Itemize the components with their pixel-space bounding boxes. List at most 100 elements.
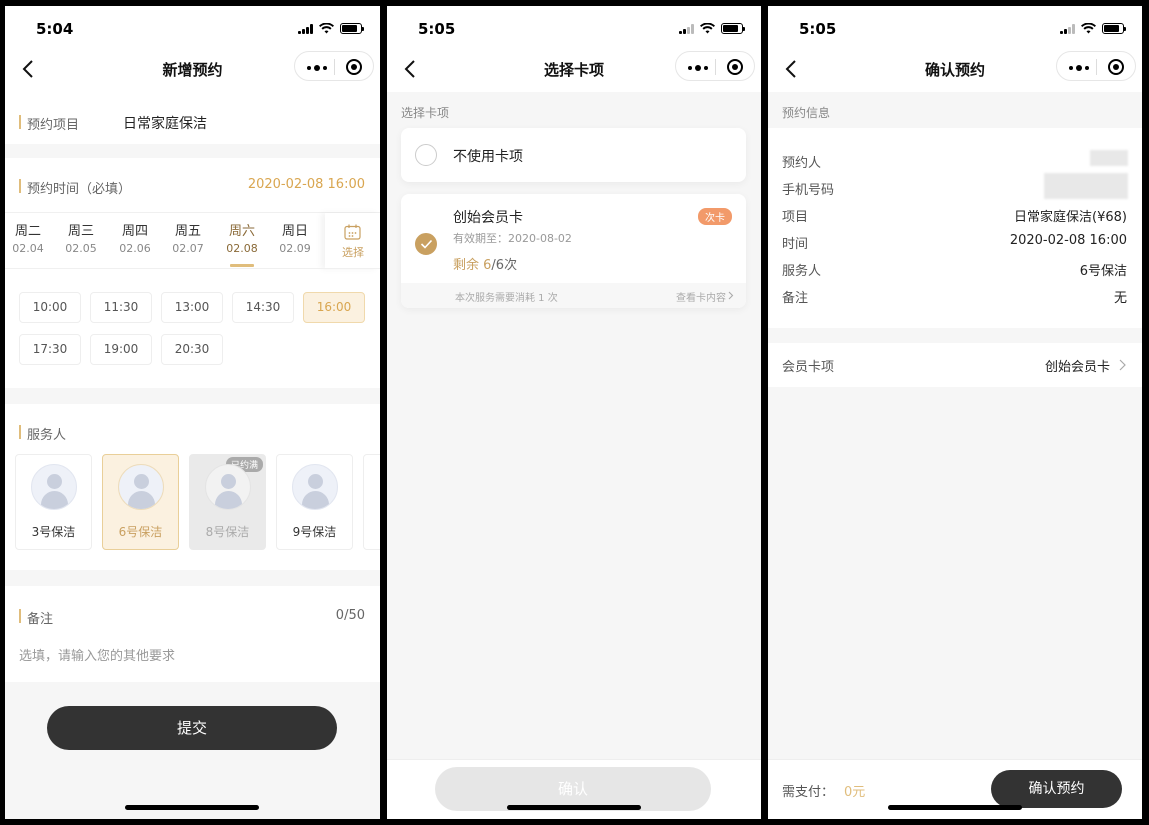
card-footer: 本次服务需要消耗 1 次 查看卡内容 [401,283,746,308]
wifi-icon [319,23,334,34]
card-type-badge: 次卡 [698,208,732,225]
day-tab-selected[interactable]: 周六 02.08 [222,220,262,255]
close-target-icon[interactable] [727,59,743,75]
booker-label: 预约人 [782,156,822,171]
item-label: 项目 [782,210,809,225]
card-option[interactable]: 创始会员卡 次卡 有效期至：2020-08-02 剩余 6/6次 本次服务需要消… [401,194,746,308]
time-slot[interactable]: 19:00 [90,334,152,365]
radio-unchecked[interactable] [415,144,437,166]
wifi-icon [1081,23,1096,34]
more-icon[interactable] [688,65,708,71]
confirm-appointment-button[interactable]: 确认预约 [991,770,1122,808]
staff-card-partial[interactable] [363,454,380,550]
screen-confirm-appointment: 5:05 确认预约 预约信息 预约人 手机号码 项目 日常家庭保洁(¥68) 时… [768,6,1142,819]
battery-icon [721,23,745,34]
day-tab[interactable]: 周四 02.06 [115,220,155,255]
time-slot[interactable]: 10:00 [19,292,81,323]
remark-section [5,586,380,682]
nav-bar: 确认预约 [768,46,1142,92]
item-value: 日常家庭保洁 [123,116,207,132]
home-indicator [888,805,1022,810]
member-card-label: 会员卡项 [782,360,835,375]
day-tab[interactable]: 周五 02.07 [168,220,208,255]
time-slot[interactable]: 13:00 [161,292,223,323]
screen-select-card: 5:05 选择卡项 选择卡项 不使用卡项 创始会员卡 次卡 有效期至：2020-… [387,6,761,819]
member-card-value: 创始会员卡 [1044,360,1110,375]
staff-label: 服务人 [782,264,822,279]
pay-label: 需支付： [782,785,835,800]
time-slot-selected[interactable]: 16:00 [303,292,365,323]
card-name: 创始会员卡 [453,210,523,226]
status-time: 5:05 [418,20,456,38]
remark-input[interactable]: 选填，请输入您的其他要求 [19,645,175,664]
time-slot[interactable]: 14:30 [232,292,294,323]
no-card-option[interactable]: 不使用卡项 [401,128,746,182]
avatar [31,464,77,510]
phone-label: 手机号码 [782,183,835,198]
time-slot[interactable]: 17:30 [19,334,81,365]
card-consume-note: 本次服务需要消耗 1 次 [455,293,558,304]
info-section: 预约人 手机号码 项目 日常家庭保洁(¥68) 时间 2020-02-08 16… [768,128,1142,328]
signal-icon [1060,23,1075,34]
close-target-icon[interactable] [1108,59,1124,75]
calendar-select-label: 选择 [342,246,364,259]
calendar-select-button[interactable]: 选择 [325,213,380,269]
close-target-icon[interactable] [346,59,362,75]
staff-card-selected[interactable]: 6号保洁 [102,454,179,550]
time-label: 预约时间（必填） [19,178,131,197]
more-icon[interactable] [1069,65,1089,71]
signal-icon [679,23,694,34]
radio-checked[interactable] [415,233,437,255]
section-title: 预约信息 [782,106,831,120]
card-remaining: 剩余 6/6次 [453,258,518,273]
card-expiry: 有效期至：2020-08-02 [453,232,572,245]
mini-program-capsule [1056,51,1136,81]
bottom-bar: 确认 [387,759,761,819]
mini-program-capsule [294,51,374,81]
remark-label: 备注 [782,291,809,306]
battery-icon [1102,23,1126,34]
status-bar: 5:05 [768,6,1142,46]
battery-icon [340,23,364,34]
submit-button[interactable]: 提交 [47,706,337,750]
blurred-name [1090,150,1128,166]
section-title: 选择卡项 [401,106,450,120]
status-time: 5:04 [36,20,74,38]
pay-amount: 0元 [844,785,866,800]
staff-card[interactable]: 9号保洁 [276,454,353,550]
staff-label: 服务人 [19,424,66,443]
time-slot[interactable]: 20:30 [161,334,223,365]
avatar [118,464,164,510]
item-value: 日常家庭保洁(¥68) [1014,210,1127,225]
calendar-icon [344,224,361,240]
status-bar: 5:05 [387,6,761,46]
screen-new-appointment: 5:04 新增预约 预约项目 日常家庭保洁 预约时间（必填） 2020-02-0… [5,6,380,819]
no-card-label: 不使用卡项 [453,149,523,165]
more-icon[interactable] [307,65,327,71]
time-value: 2020-02-08 16:00 [1009,233,1127,248]
nav-bar: 新增预约 [5,46,380,92]
item-label: 预约项目 [19,114,79,133]
member-card-row[interactable]: 会员卡项 创始会员卡 [768,343,1142,387]
nav-bar: 选择卡项 [387,46,761,92]
blurred-phone [1044,173,1128,199]
home-indicator [125,805,259,810]
day-tab[interactable]: 周三 02.05 [61,220,101,255]
check-icon [420,239,433,249]
staff-card[interactable]: 3号保洁 [15,454,92,550]
mini-program-capsule [675,51,755,81]
chevron-right-icon [1119,359,1126,371]
status-bar: 5:04 [5,6,380,46]
home-indicator [507,805,641,810]
time-slot[interactable]: 11:30 [90,292,152,323]
view-card-link[interactable]: 查看卡内容 [676,289,726,304]
time-value: 2020-02-08 16:00 [247,177,365,192]
status-time: 5:05 [799,20,837,38]
day-tab[interactable]: 周二 02.04 [8,220,48,255]
day-tab[interactable]: 周日 02.09 [275,220,315,255]
bottom-bar: 需支付： 0元 确认预约 [768,759,1142,819]
staff-card-full: 已约满 8号保洁 [189,454,266,550]
signal-icon [298,23,313,34]
remark-count: 0/50 [335,608,365,623]
avatar [205,464,251,510]
